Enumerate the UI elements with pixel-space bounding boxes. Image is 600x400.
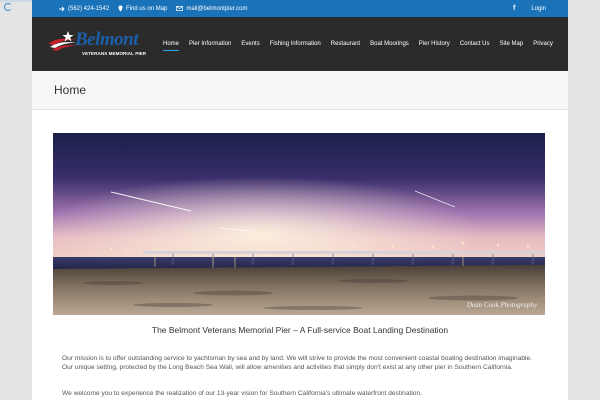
find-on-map-label: Find us on Map <box>126 5 168 12</box>
logo-subtitle: VETERANS MEMORIAL PIER <box>82 51 147 56</box>
hero-pier-photo: Dean Cook Photography <box>53 133 545 315</box>
welcome-paragraph: We welcome you to experience the realiza… <box>62 390 422 397</box>
nav-item-fishing-information[interactable]: Fishing Information <box>270 41 321 47</box>
map-pin-icon <box>118 5 123 12</box>
nav-item-contact-us[interactable]: Contact Us <box>460 41 490 47</box>
nav-item-home[interactable]: Home <box>163 41 180 51</box>
nav-item-privacy[interactable]: Privacy <box>533 41 553 47</box>
nav-item-pier-information[interactable]: Pier Information <box>189 41 231 47</box>
logo-wordmark: Belmont <box>75 29 139 50</box>
site-header: Belmont VETERANS MEMORIAL PIER Home Pier… <box>32 17 568 71</box>
nav-item-pier-history[interactable]: Pier History <box>419 41 450 47</box>
site-logo[interactable]: Belmont VETERANS MEMORIAL PIER <box>46 28 146 60</box>
mission-paragraph: Our mission is to offer outstanding serv… <box>62 355 532 371</box>
phone-number: (562) 424-1542 <box>68 5 110 12</box>
main-headline: The Belmont Veterans Memorial Pier – A F… <box>151 325 449 335</box>
main-content: Dean Cook Photography The Belmont Vetera… <box>32 110 568 400</box>
loading-spinner-icon <box>4 3 12 11</box>
envelope-icon <box>176 6 184 11</box>
main-navigation: Home Pier Information Events Fishing Inf… <box>163 17 563 71</box>
top-bar: (562) 424-1542 Find us on Map mail@belmo… <box>32 0 568 17</box>
nav-item-restaurant[interactable]: Restaurant <box>331 41 360 47</box>
page-title-bar: Home <box>32 71 568 110</box>
nav-item-site-map[interactable]: Site Map <box>500 41 524 47</box>
pier-night-scene-image: Dean Cook Photography <box>53 133 545 315</box>
page-container: (562) 424-1542 Find us on Map mail@belmo… <box>32 0 568 400</box>
login-link[interactable]: Login <box>531 6 546 12</box>
email-link[interactable]: mail@belmontpier.com <box>176 5 248 12</box>
facebook-icon[interactable]: f <box>513 5 515 12</box>
nav-item-boat-moorings[interactable]: Boat Moorings <box>370 41 409 47</box>
find-on-map-link[interactable]: Find us on Map <box>118 5 167 12</box>
phone-link[interactable]: (562) 424-1542 <box>59 6 109 12</box>
arrow-right-icon <box>59 6 65 11</box>
page-title: Home <box>54 83 87 97</box>
nav-item-events[interactable]: Events <box>241 41 259 47</box>
photo-signature: Dean Cook Photography <box>466 301 538 309</box>
email-address: mail@belmontpier.com <box>186 5 248 12</box>
